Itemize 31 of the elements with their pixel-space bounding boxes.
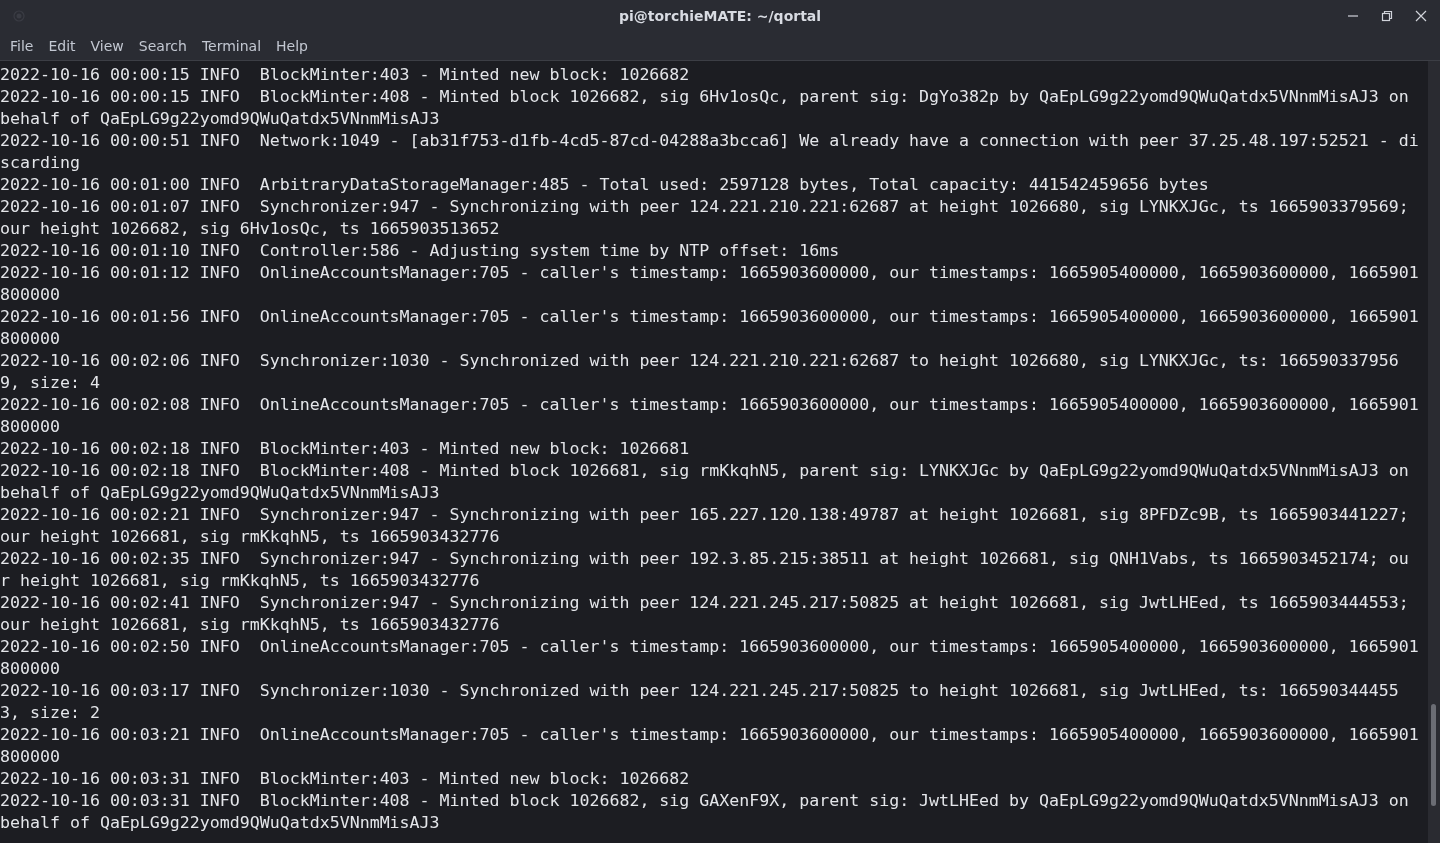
log-line: 2022-10-16 00:00:15 INFO BlockMinter:403 - Minted new block: 1026682	[0, 64, 691, 86]
log-line: 2022-10-16 00:02:35 INFO Synchronizer:947 - Synchronizing with peer 192.3.85.215:38511 at height 1026681, sig QNH1Vabs, ts 1665903452174; our height 1026681, sig rmKkqhN5, ts 1665903432776	[0, 548, 1410, 592]
log-line: 2022-10-16 00:01:12 INFO OnlineAccountsManager:705 - caller's timestamp: 1665903600000, our timestamps: 1665905400000, 1665903600000, 1665901800000	[0, 262, 1420, 306]
log-line: 2022-10-16 00:00:51 INFO Network:1049 - [ab31f753-d1fb-4cd5-87cd-04288a3bcca6] We already have a connection with peer 37.25.48.197:52521 - discarding	[0, 130, 1420, 174]
log-line: 2022-10-16 00:02:18 INFO BlockMinter:408 - Minted block 1026681, sig rmKkqhN5, parent sig: LYNKXJGc by QaEpLG9g22yomd9QWuQatdx5VNnmMisAJ3 on behalf of QaEpLG9g22yomd9QWuQatdx5VNnmMisAJ3	[0, 460, 1410, 504]
log-line: 2022-10-16 00:01:56 INFO OnlineAccountsManager:705 - caller's timestamp: 1665903600000, our timestamps: 1665905400000, 1665903600000, 1665901800000	[0, 306, 1420, 350]
menu-item[interactable]: Terminal	[196, 38, 267, 54]
log-line: 2022-10-16 00:02:50 INFO OnlineAccountsManager:705 - caller's timestamp: 1665903600000, our timestamps: 1665905400000, 1665903600000, 1665901800000	[0, 636, 1420, 680]
log-line: 2022-10-16 00:03:17 INFO Synchronizer:1030 - Synchronized with peer 124.221.245.217:50825 to height 1026681, sig JwtLHEed, ts: 1665903444553, size: 2	[0, 680, 1400, 724]
log-line: 2022-10-16 00:03:21 INFO OnlineAccountsManager:705 - caller's timestamp: 1665903600000, our timestamps: 1665905400000, 1665903600000, 1665901800000	[0, 724, 1420, 768]
log-line: 2022-10-16 00:01:10 INFO Controller:586 - Adjusting system time by NTP offset: 16ms	[0, 240, 841, 262]
log-line: 2022-10-16 00:03:31 INFO BlockMinter:403 - Minted new block: 1026682	[0, 768, 691, 790]
close-icon	[1415, 10, 1427, 22]
scrollbar[interactable]	[1428, 61, 1440, 843]
menu-item[interactable]: View	[85, 38, 129, 54]
log-line: 2022-10-16 00:01:07 INFO Synchronizer:947 - Synchronizing with peer 124.221.210.221:62687 at height 1026680, sig LYNKXJGc, ts 1665903379569; our height 1026682, sig 6Hv1osQc, ts 1665903513652	[0, 196, 1410, 240]
menu-item[interactable]: Help	[271, 38, 313, 54]
restore-icon	[1381, 10, 1393, 22]
log-line: 2022-10-16 00:00:15 INFO BlockMinter:408 - Minted block 1026682, sig 6Hv1osQc, parent sig: DgYo382p by QaEpLG9g22yomd9QWuQatdx5VNnmMisAJ3 on behalf of QaEpLG9g22yomd9QWuQatdx5VNnmMisAJ3	[0, 86, 1410, 130]
menu-item[interactable]: Search	[133, 38, 192, 54]
log-line: 2022-10-16 00:01:00 INFO ArbitraryDataStorageManager:485 - Total used: 2597128 bytes, Total capacity: 441542459656 bytes	[0, 174, 1210, 196]
scrollbar-thumb[interactable]	[1431, 704, 1436, 806]
log-line: 2022-10-16 00:02:41 INFO Synchronizer:947 - Synchronizing with peer 124.221.245.217:50825 at height 1026681, sig JwtLHEed, ts 1665903444553; our height 1026681, sig rmKkqhN5, ts 1665903432776	[0, 592, 1410, 636]
menu-item[interactable]: File	[5, 38, 39, 54]
log-line: 2022-10-16 00:02:08 INFO OnlineAccountsManager:705 - caller's timestamp: 1665903600000, our timestamps: 1665905400000, 1665903600000, 1665901800000	[0, 394, 1420, 438]
menu-item[interactable]: Edit	[43, 38, 81, 54]
window-title: pi@torchieMATE: ~/qortal	[618, 8, 822, 24]
log-line: 2022-10-16 00:02:21 INFO Synchronizer:947 - Synchronizing with peer 165.227.120.138:49787 at height 1026681, sig 8PFDZc9B, ts 1665903441227; our height 1026681, sig rmKkqhN5, ts 1665903432776	[0, 504, 1410, 548]
log-line: 2022-10-16 00:02:18 INFO BlockMinter:403 - Minted new block: 1026681	[0, 438, 691, 460]
log-line: 2022-10-16 00:03:31 INFO BlockMinter:408 - Minted block 1026682, sig GAXenF9X, parent sig: JwtLHEed by QaEpLG9g22yomd9QWuQatdx5VNnmMisAJ3 on behalf of QaEpLG9g22yomd9QWuQatdx5VNnmMisAJ3	[0, 790, 1410, 834]
log-line: 2022-10-16 00:02:06 INFO Synchronizer:1030 - Synchronized with peer 124.221.210.221:62687 to height 1026680, sig LYNKXJGc, ts: 1665903379569, size: 4	[0, 350, 1400, 394]
